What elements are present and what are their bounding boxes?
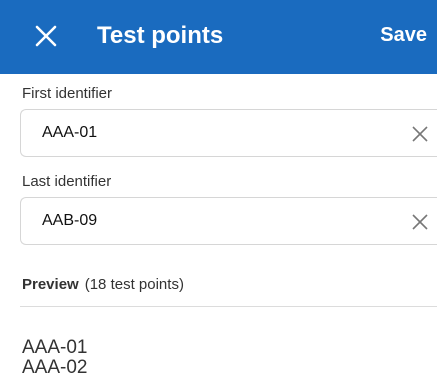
test-points-dialog: Test points Save First identifier AAA-01… bbox=[0, 0, 437, 375]
save-button[interactable]: Save bbox=[380, 24, 427, 47]
clear-icon[interactable] bbox=[411, 213, 429, 231]
first-identifier-field[interactable]: AAA-01 bbox=[20, 109, 437, 157]
header-bar: Test points Save bbox=[0, 0, 437, 74]
close-icon[interactable] bbox=[34, 24, 58, 48]
page-title: Test points bbox=[97, 22, 224, 49]
list-item: AAA-01 bbox=[22, 337, 88, 358]
clear-icon[interactable] bbox=[411, 125, 429, 143]
preview-count: (18 test points) bbox=[84, 276, 184, 293]
preview-header: Preview (18 test points) bbox=[22, 276, 184, 293]
list-item: AAA-02 bbox=[22, 357, 88, 375]
divider bbox=[20, 306, 437, 307]
last-identifier-label: Last identifier bbox=[22, 173, 112, 190]
preview-label: Preview bbox=[22, 276, 79, 293]
last-identifier-field[interactable]: AAB-09 bbox=[20, 197, 437, 245]
first-identifier-value: AAA-01 bbox=[42, 124, 98, 141]
first-identifier-label: First identifier bbox=[22, 85, 113, 102]
last-identifier-value: AAB-09 bbox=[42, 212, 98, 229]
preview-list: AAA-01 AAA-02 bbox=[22, 338, 87, 375]
